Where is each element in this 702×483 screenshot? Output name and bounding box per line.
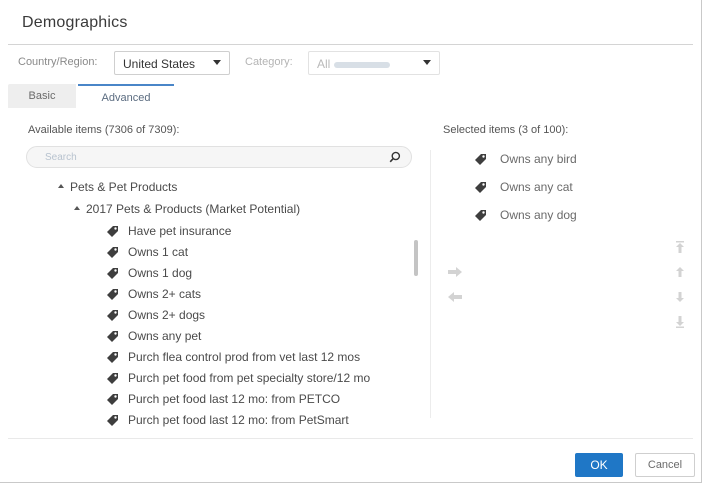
expand-triangle-icon[interactable] (58, 183, 64, 188)
tag-icon (107, 226, 118, 237)
list-item-label: Owns any pet (128, 329, 202, 343)
tag-icon (107, 331, 118, 342)
tab-bar: Basic Advanced (8, 84, 428, 108)
list-item-label: Have pet insurance (128, 224, 232, 238)
search-input[interactable]: Search (26, 146, 412, 168)
tree-node-pets[interactable]: Pets & Pet Products (58, 180, 177, 194)
tag-icon (107, 268, 118, 279)
title-divider (8, 44, 693, 45)
country-region-select[interactable]: United States (114, 51, 230, 75)
list-item-label: Owns 1 cat (128, 245, 189, 259)
tag-icon (107, 289, 118, 300)
selected-item-label: Owns any cat (500, 180, 573, 194)
tree-node-2017-pets[interactable]: 2017 Pets & Products (Market Potential) (74, 202, 300, 216)
cancel-button[interactable]: Cancel (635, 453, 695, 477)
list-item-label: Purch pet food last 12 mo: from PETCO (128, 392, 341, 406)
tab-basic[interactable]: Basic (8, 84, 76, 108)
demographics-dialog: Demographics Country/Region: United Stat… (0, 0, 702, 483)
dialog-title: Demographics (22, 14, 128, 31)
tag-icon (475, 182, 486, 193)
tag-icon (107, 394, 118, 405)
list-item-label: Owns 2+ dogs (128, 308, 206, 322)
search-icon[interactable] (389, 151, 401, 163)
chevron-down-icon (213, 60, 221, 65)
list-item-label: Owns 1 dog (128, 266, 193, 280)
tree-node-label: Pets & Pet Products (70, 180, 178, 194)
category-value: All (317, 57, 331, 71)
footer-divider (8, 438, 693, 439)
available-items-heading: Available items (7306 of 7309): (28, 124, 180, 136)
tag-icon (107, 373, 118, 384)
list-item-label: Purch flea control prod from vet last 12… (128, 350, 361, 364)
move-to-top-icon[interactable] (674, 240, 686, 254)
category-select[interactable]: All (308, 51, 440, 75)
tag-icon (107, 247, 118, 258)
ok-button[interactable]: OK (575, 453, 623, 477)
tag-icon (107, 352, 118, 363)
remove-arrow-icon[interactable] (447, 291, 463, 303)
tag-icon (107, 415, 118, 426)
category-value-blur (334, 61, 391, 68)
tag-icon (475, 210, 486, 221)
category-label: Category: (245, 56, 293, 68)
selected-item-label: Owns any bird (500, 152, 577, 166)
list-item-label: Purch pet food last 12 mo: from PetSmart (128, 413, 349, 427)
pane-divider (430, 150, 431, 418)
tag-icon (107, 310, 118, 321)
selected-item-label: Owns any dog (500, 208, 577, 222)
available-list-scrollbar[interactable] (414, 240, 418, 276)
expand-triangle-icon[interactable] (74, 205, 80, 210)
tag-icon (475, 154, 486, 165)
move-to-bottom-icon[interactable] (674, 315, 686, 329)
country-region-label: Country/Region: (18, 56, 98, 68)
list-item-label: Owns 2+ cats (128, 287, 202, 301)
search-placeholder: Search (45, 152, 77, 163)
move-down-icon[interactable] (674, 290, 686, 304)
move-up-icon[interactable] (674, 265, 686, 279)
tree-node-label: 2017 Pets & Products (Market Potential) (86, 202, 301, 216)
add-arrow-icon[interactable] (447, 266, 463, 278)
list-item-label: Purch pet food from pet specialty store/… (128, 371, 371, 385)
country-region-value: United States (123, 57, 196, 71)
selected-items-heading: Selected items (3 of 100): (443, 124, 569, 136)
chevron-down-icon (423, 60, 431, 65)
tab-advanced[interactable]: Advanced (78, 84, 174, 108)
